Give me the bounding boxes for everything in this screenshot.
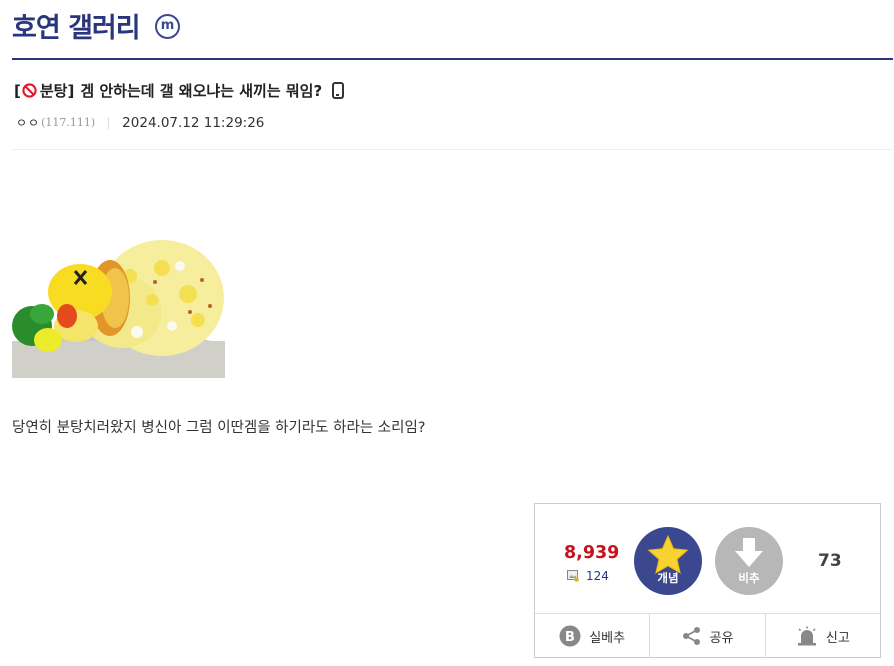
post-date: 2024.07.12 11:29:26 bbox=[122, 114, 265, 131]
post-actions: B 실베추 공유 신고 bbox=[535, 613, 880, 658]
best-b-icon: B bbox=[559, 625, 581, 647]
post-head-bracket: [ bbox=[14, 81, 21, 100]
post-body-text: 당연히 분탕치러왔지 병신아 그럼 이딴겜을 하기라도 하라는 소리임? bbox=[12, 420, 426, 436]
report-button[interactable]: 신고 bbox=[766, 614, 880, 658]
fixed-image-icon bbox=[567, 570, 579, 582]
upvote-count: 8,939 bbox=[564, 543, 620, 563]
minor-gallery-badge-icon: m bbox=[155, 14, 180, 39]
gallery-title[interactable]: 호연 갤러리 bbox=[12, 6, 141, 45]
post-head-label: 분탕] bbox=[39, 82, 75, 100]
upvote-button[interactable]: 개념 bbox=[634, 527, 702, 595]
best-recommend-button[interactable]: B 실베추 bbox=[535, 614, 651, 658]
post-meta: ㅇㅇ (117.111) 2024.07.12 11:29:26 bbox=[16, 114, 264, 131]
post-title-text: 겜 안하는데 갤 왜오냐는 새끼는 뭐임? bbox=[80, 82, 323, 100]
downvote-button[interactable]: 비추 bbox=[715, 527, 783, 595]
fixed-upvote-count: 124 bbox=[567, 569, 609, 583]
writer-ip: (117.111) bbox=[41, 116, 96, 129]
post-header: [ 분탕] 겜 안하는데 갤 왜오냐는 새끼는 뭐임? ㅇㅇ (117.111)… bbox=[12, 60, 893, 150]
vote-panel: 8,939 124 개념 비추 73 bbox=[535, 504, 880, 613]
report-label: 신고 bbox=[825, 630, 850, 646]
no-entry-icon bbox=[22, 83, 37, 98]
vote-box: 8,939 124 개념 비추 73 B 실베추 공유 신고 bbox=[534, 503, 881, 658]
svg-text:B: B bbox=[565, 630, 575, 645]
best-recommend-label: 실베추 bbox=[589, 630, 626, 646]
mobile-phone-icon bbox=[332, 82, 345, 99]
upvote-label: 개념 bbox=[657, 571, 679, 585]
meta-divider bbox=[108, 116, 110, 129]
writer-nickname[interactable]: ㅇㅇ bbox=[16, 114, 40, 131]
downvote-label: 비추 bbox=[738, 571, 760, 585]
post-title: [ 분탕] 겜 안하는데 갤 왜오냐는 새끼는 뭐임? bbox=[14, 80, 345, 101]
downvote-count: 73 bbox=[818, 551, 842, 571]
siren-icon bbox=[797, 626, 816, 646]
share-button[interactable]: 공유 bbox=[650, 614, 766, 658]
share-label: 공유 bbox=[709, 630, 734, 646]
gallery-header: 호연 갤러리 m bbox=[12, 0, 893, 60]
share-icon bbox=[682, 627, 700, 645]
fixed-upvote-value: 124 bbox=[586, 569, 609, 583]
post-image[interactable] bbox=[12, 220, 225, 378]
